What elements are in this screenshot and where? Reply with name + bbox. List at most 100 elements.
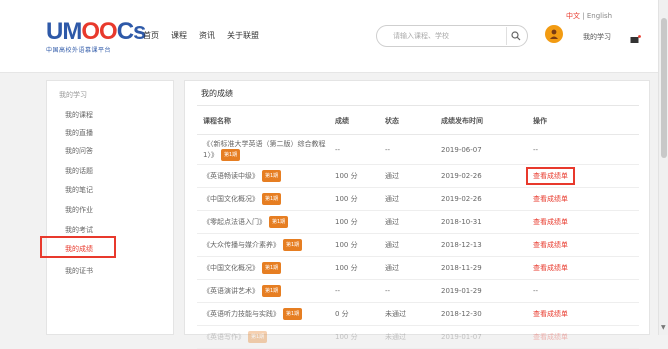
view-transcript-link[interactable]: 查看成绩单 xyxy=(533,264,568,272)
course-name[interactable]: 《英语演讲艺术》 第1期 xyxy=(197,279,329,303)
date-cell: 2019-01-29 xyxy=(435,279,527,303)
status-cell: -- xyxy=(379,134,435,165)
action-cell: 查看成绩单 xyxy=(527,187,639,211)
course-name[interactable]: 《大众传播与媒介素养》 第1期 xyxy=(197,233,329,257)
title-divider xyxy=(197,105,639,106)
view-transcript-link[interactable]: 查看成绩单 xyxy=(533,333,568,341)
sidebar-item-homework[interactable]: 我的作业 xyxy=(65,205,93,215)
page-scrollbar[interactable]: ▼ xyxy=(658,0,668,335)
view-transcript-link-highlighted[interactable]: 查看成绩单 xyxy=(526,167,575,185)
nav-home[interactable]: 首页 xyxy=(143,30,159,41)
scrollbar-thumb[interactable] xyxy=(661,18,667,158)
action-cell: -- xyxy=(527,279,639,303)
score-cell: -- xyxy=(329,134,379,165)
table-row: 《中国文化概况》 第1期 100 分 通过 2018-11-29 查看成绩单 xyxy=(197,256,639,280)
score-cell: 100 分 xyxy=(329,325,379,349)
col-header-score: 成绩 xyxy=(329,108,379,135)
score-cell: 100 分 xyxy=(329,164,379,188)
sidebar-item-topics[interactable]: 我的话题 xyxy=(65,166,93,176)
search-button[interactable] xyxy=(506,27,525,45)
score-cell: 100 分 xyxy=(329,256,379,280)
view-transcript-link[interactable]: 查看成绩单 xyxy=(533,195,568,203)
view-transcript-link[interactable]: 查看成绩单 xyxy=(533,218,568,226)
date-cell: 2019-02-26 xyxy=(435,187,527,211)
sidebar-item-grades[interactable]: 我的成绩 xyxy=(65,244,93,254)
action-cell: 查看成绩单 xyxy=(527,325,639,349)
search-input[interactable]: 请输入课程、学校 xyxy=(393,31,449,41)
term-badge: 第1期 xyxy=(262,262,282,274)
page-title: 我的成绩 xyxy=(201,89,233,98)
course-name[interactable]: 《中国文化概况》 第1期 xyxy=(197,187,329,211)
course-name[interactable]: 《中国文化概况》 第1期 xyxy=(197,256,329,280)
nav-news[interactable]: 资讯 xyxy=(199,30,215,41)
site-logo[interactable]: UMOOCs 中国高校外语慕课平台 xyxy=(46,18,146,55)
message-icon xyxy=(630,35,641,43)
date-cell: 2018-12-13 xyxy=(435,233,527,257)
status-cell: 未通过 xyxy=(379,302,435,326)
language-switch: 中文 | English xyxy=(566,11,612,21)
search-icon xyxy=(511,31,521,41)
avatar-icon xyxy=(550,29,558,39)
term-badge: 第1期 xyxy=(262,285,282,297)
main-nav: 首页 课程 资讯 关于联盟 xyxy=(143,30,259,41)
logo-wordmark: UMOOCs xyxy=(46,18,146,45)
score-cell: -- xyxy=(329,279,379,303)
nav-courses[interactable]: 课程 xyxy=(171,30,187,41)
course-name[interactable]: 《英语写作》 第1期 xyxy=(197,325,329,349)
status-cell: 通过 xyxy=(379,164,435,188)
table-header-row: 课程名称 成绩 状态 成绩发布时间 操作 xyxy=(197,108,639,135)
table-row: 《零起点法语入门》 第1期 100 分 通过 2018-10-31 查看成绩单 xyxy=(197,210,639,234)
term-badge: 第1期 xyxy=(262,193,282,205)
scroll-down-icon[interactable]: ▼ xyxy=(661,324,666,331)
course-name[interactable]: 《英语畅读中级》 第1期 xyxy=(197,164,329,188)
action-cell: 查看成绩单 xyxy=(527,256,639,280)
nav-about[interactable]: 关于联盟 xyxy=(227,30,259,41)
date-cell: 2019-06-07 xyxy=(435,134,527,165)
lang-separator: | xyxy=(582,12,585,20)
col-header-status: 状态 xyxy=(379,108,435,135)
sidebar-item-notes[interactable]: 我的笔记 xyxy=(65,185,93,195)
course-name[interactable]: 《零起点法语入门》 第1期 xyxy=(197,210,329,234)
sidebar-item-live[interactable]: 我的直播 xyxy=(65,128,93,138)
status-cell: 通过 xyxy=(379,210,435,234)
action-cell: 查看成绩单 xyxy=(526,164,639,188)
sidebar-item-certificates[interactable]: 我的证书 xyxy=(65,266,93,276)
date-cell: 2018-12-30 xyxy=(435,302,527,326)
score-cell: 100 分 xyxy=(329,210,379,234)
course-name[interactable]: 《〈新标准大学英语（第二版）综合教程1〉》 第1期 xyxy=(197,134,329,165)
logo-subtitle: 中国高校外语慕课平台 xyxy=(46,47,112,54)
status-cell: 通过 xyxy=(379,233,435,257)
view-transcript-link[interactable]: 查看成绩单 xyxy=(533,310,568,318)
status-cell: 未通过 xyxy=(379,325,435,349)
lang-chinese[interactable]: 中文 xyxy=(566,12,580,20)
sidebar-title: 我的学习 xyxy=(59,91,87,99)
table-row: 《大众传播与媒介素养》 第1期 100 分 通过 2018-12-13 查看成绩单 xyxy=(197,233,639,257)
term-badge: 第1期 xyxy=(262,170,282,182)
table-row: 《英语听力技能与实践》 第1期 0 分 未通过 2018-12-30 查看成绩单 xyxy=(197,302,639,326)
search-box[interactable]: 请输入课程、学校 xyxy=(376,25,528,47)
table-row: 《英语畅读中级》 第1期 100 分 通过 2019-02-26 查看成绩单 xyxy=(197,164,639,188)
avatar[interactable] xyxy=(545,25,563,43)
lang-english[interactable]: English xyxy=(587,12,612,20)
date-cell: 2019-01-07 xyxy=(435,325,527,349)
score-cell: 0 分 xyxy=(329,302,379,326)
col-header-course: 课程名称 xyxy=(197,108,329,135)
sidebar: 我的学习 我的课程 我的直播 我的问答 我的话题 我的笔记 我的作业 我的考试 … xyxy=(40,80,174,335)
sidebar-item-courses[interactable]: 我的课程 xyxy=(65,110,93,120)
action-cell: -- xyxy=(527,134,639,165)
status-cell: -- xyxy=(379,279,435,303)
sidebar-item-qa[interactable]: 我的问答 xyxy=(65,146,93,156)
course-name[interactable]: 《英语听力技能与实践》 第1期 xyxy=(197,302,329,326)
term-badge: 第1期 xyxy=(220,148,241,161)
sidebar-item-exams[interactable]: 我的考试 xyxy=(65,225,93,235)
date-cell: 2018-10-31 xyxy=(435,210,527,234)
action-cell: 查看成绩单 xyxy=(527,233,639,257)
my-study-link[interactable]: 我的学习 xyxy=(583,32,611,42)
status-cell: 通过 xyxy=(379,187,435,211)
message-button[interactable] xyxy=(630,30,641,49)
grades-table: 课程名称 成绩 状态 成绩发布时间 操作 《〈新标准大学英语（第二版）综合教程1… xyxy=(197,108,639,349)
table-row: 《中国文化概况》 第1期 100 分 通过 2019-02-26 查看成绩单 xyxy=(197,187,639,211)
site-header: UMOOCs 中国高校外语慕课平台 首页 课程 资讯 关于联盟 请输入课程、学校… xyxy=(0,0,658,73)
view-transcript-link[interactable]: 查看成绩单 xyxy=(533,241,568,249)
term-badge: 第1期 xyxy=(283,239,303,251)
